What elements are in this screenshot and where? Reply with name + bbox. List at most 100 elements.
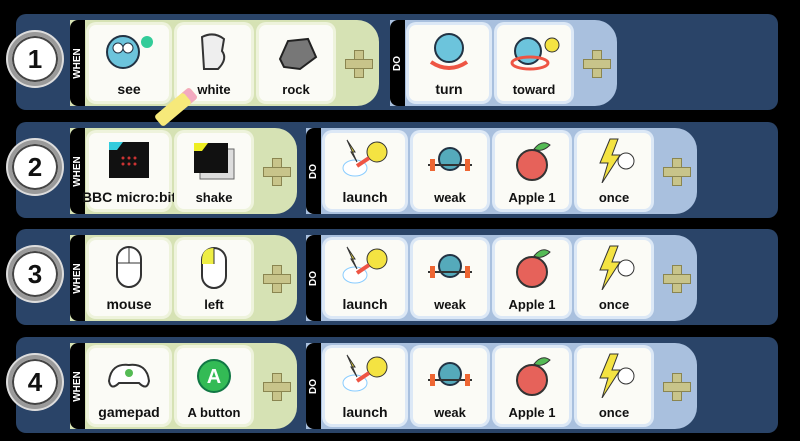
add-tile-plus-icon[interactable] (663, 373, 691, 401)
microbit-icon (103, 136, 155, 189)
when-tile-rock[interactable]: rock (259, 25, 333, 101)
rule-number-badge[interactable]: 4 (8, 355, 62, 409)
tile-label: white (197, 82, 231, 97)
weak-icon (424, 137, 476, 190)
rule-row-1: 1 WHEN see white rock DO turn toward (8, 14, 778, 110)
do-label: DO (308, 270, 319, 286)
tile-label: rock (282, 82, 310, 97)
rule-number-badge[interactable]: 2 (8, 140, 62, 194)
do-tile-once[interactable]: once (577, 240, 651, 316)
when-label: WHEN (72, 47, 83, 79)
add-tile-plus-icon[interactable] (663, 265, 691, 293)
once-icon (588, 137, 640, 190)
when-label: WHEN (72, 370, 83, 402)
apple-icon (506, 352, 558, 405)
add-tile-plus-icon[interactable] (663, 158, 691, 186)
when-label-strip: WHEN (70, 343, 85, 429)
svg-text:A: A (207, 366, 221, 388)
when-label-strip: WHEN (70, 235, 85, 321)
toward-icon (508, 29, 560, 82)
once-icon (588, 244, 640, 297)
do-panel: DO launch weak Apple 1 once (306, 235, 697, 321)
when-panel: WHEN mouse left (70, 235, 297, 321)
tile-label: A button (187, 405, 241, 420)
once-icon (588, 352, 640, 405)
launch-icon (339, 136, 391, 189)
tile-label: launch (342, 404, 388, 420)
when-panel: WHEN BBC micro:bit shake (70, 128, 297, 214)
do-tile-toward[interactable]: toward (497, 25, 571, 101)
tile-label: Apple 1 (508, 190, 556, 205)
rule-row-2: 2 WHEN BBC micro:bit shake DO launch weak Apple… (8, 122, 778, 218)
when-tile-left[interactable]: left (177, 240, 251, 316)
do-label: DO (308, 378, 319, 394)
do-tile-turn[interactable]: turn (409, 25, 489, 101)
when-label: WHEN (72, 155, 83, 187)
tile-label: see (117, 81, 141, 97)
rule-number-badge[interactable]: 1 (8, 32, 62, 86)
tile-label: once (598, 297, 630, 312)
do-label-strip: DO (306, 235, 321, 321)
do-tile-once[interactable]: once (577, 133, 651, 209)
tile-label: Apple 1 (508, 297, 556, 312)
do-panel: DO launch weak Apple 1 once (306, 343, 697, 429)
when-panel: WHEN see white rock (70, 20, 379, 106)
tile-label: turn (435, 81, 463, 97)
rule-row-3: 3 WHEN mouse left DO launch weak Apple 1 once (8, 229, 778, 325)
do-label-strip: DO (390, 20, 405, 106)
rule-row-4: 4 WHEN gamepad A A button DO launch weak Apple 1… (8, 337, 778, 433)
do-tile-launch[interactable]: launch (325, 133, 405, 209)
tile-label: once (598, 405, 630, 420)
a-button-icon: A (188, 352, 240, 405)
tile-label: left (204, 297, 224, 312)
tile-label: mouse (106, 296, 152, 312)
white-paint-icon (188, 29, 240, 82)
apple-icon (506, 244, 558, 297)
do-panel: DO turn toward (390, 20, 617, 106)
add-tile-plus-icon[interactable] (263, 373, 291, 401)
do-tile-launch[interactable]: launch (325, 348, 405, 424)
do-tile-launch[interactable]: launch (325, 240, 405, 316)
do-tile-apple-1[interactable]: Apple 1 (495, 348, 569, 424)
launch-icon (339, 351, 391, 404)
mouse-icon (103, 243, 155, 296)
when-panel: WHEN gamepad A A button (70, 343, 297, 429)
launch-icon (339, 243, 391, 296)
do-tile-weak[interactable]: weak (413, 348, 487, 424)
do-label-strip: DO (306, 128, 321, 214)
when-tile-a-button[interactable]: A A button (177, 348, 251, 424)
tile-label: weak (434, 190, 466, 205)
when-tile-see[interactable]: see (89, 25, 169, 101)
see-icon (103, 28, 155, 81)
add-tile-plus-icon[interactable] (263, 265, 291, 293)
rule-number-badge[interactable]: 3 (8, 247, 62, 301)
when-tile-gamepad[interactable]: gamepad (89, 348, 169, 424)
mouse-left-icon (188, 244, 240, 297)
weak-icon (424, 352, 476, 405)
rock-icon (270, 29, 322, 82)
do-tile-weak[interactable]: weak (413, 133, 487, 209)
tile-label: toward (512, 82, 556, 97)
when-tile-bbc-micro-bit[interactable]: BBC micro:bit (82, 133, 176, 209)
do-tile-once[interactable]: once (577, 348, 651, 424)
when-tile-shake[interactable]: shake (177, 133, 251, 209)
do-panel: DO launch weak Apple 1 once (306, 128, 697, 214)
do-tile-apple-1[interactable]: Apple 1 (495, 133, 569, 209)
shake-icon (188, 137, 240, 190)
turn-icon (423, 28, 475, 81)
gamepad-icon (103, 351, 155, 404)
tile-label: weak (434, 405, 466, 420)
weak-icon (424, 244, 476, 297)
do-label-strip: DO (306, 343, 321, 429)
add-tile-plus-icon[interactable] (345, 50, 373, 78)
when-label: WHEN (72, 262, 83, 294)
when-tile-mouse[interactable]: mouse (89, 240, 169, 316)
add-tile-plus-icon[interactable] (263, 158, 291, 186)
do-tile-apple-1[interactable]: Apple 1 (495, 240, 569, 316)
do-tile-weak[interactable]: weak (413, 240, 487, 316)
tile-label: launch (342, 296, 388, 312)
tile-label: BBC micro:bit (81, 189, 177, 205)
add-tile-plus-icon[interactable] (583, 50, 611, 78)
do-label: DO (392, 55, 403, 71)
tile-label: once (598, 190, 630, 205)
